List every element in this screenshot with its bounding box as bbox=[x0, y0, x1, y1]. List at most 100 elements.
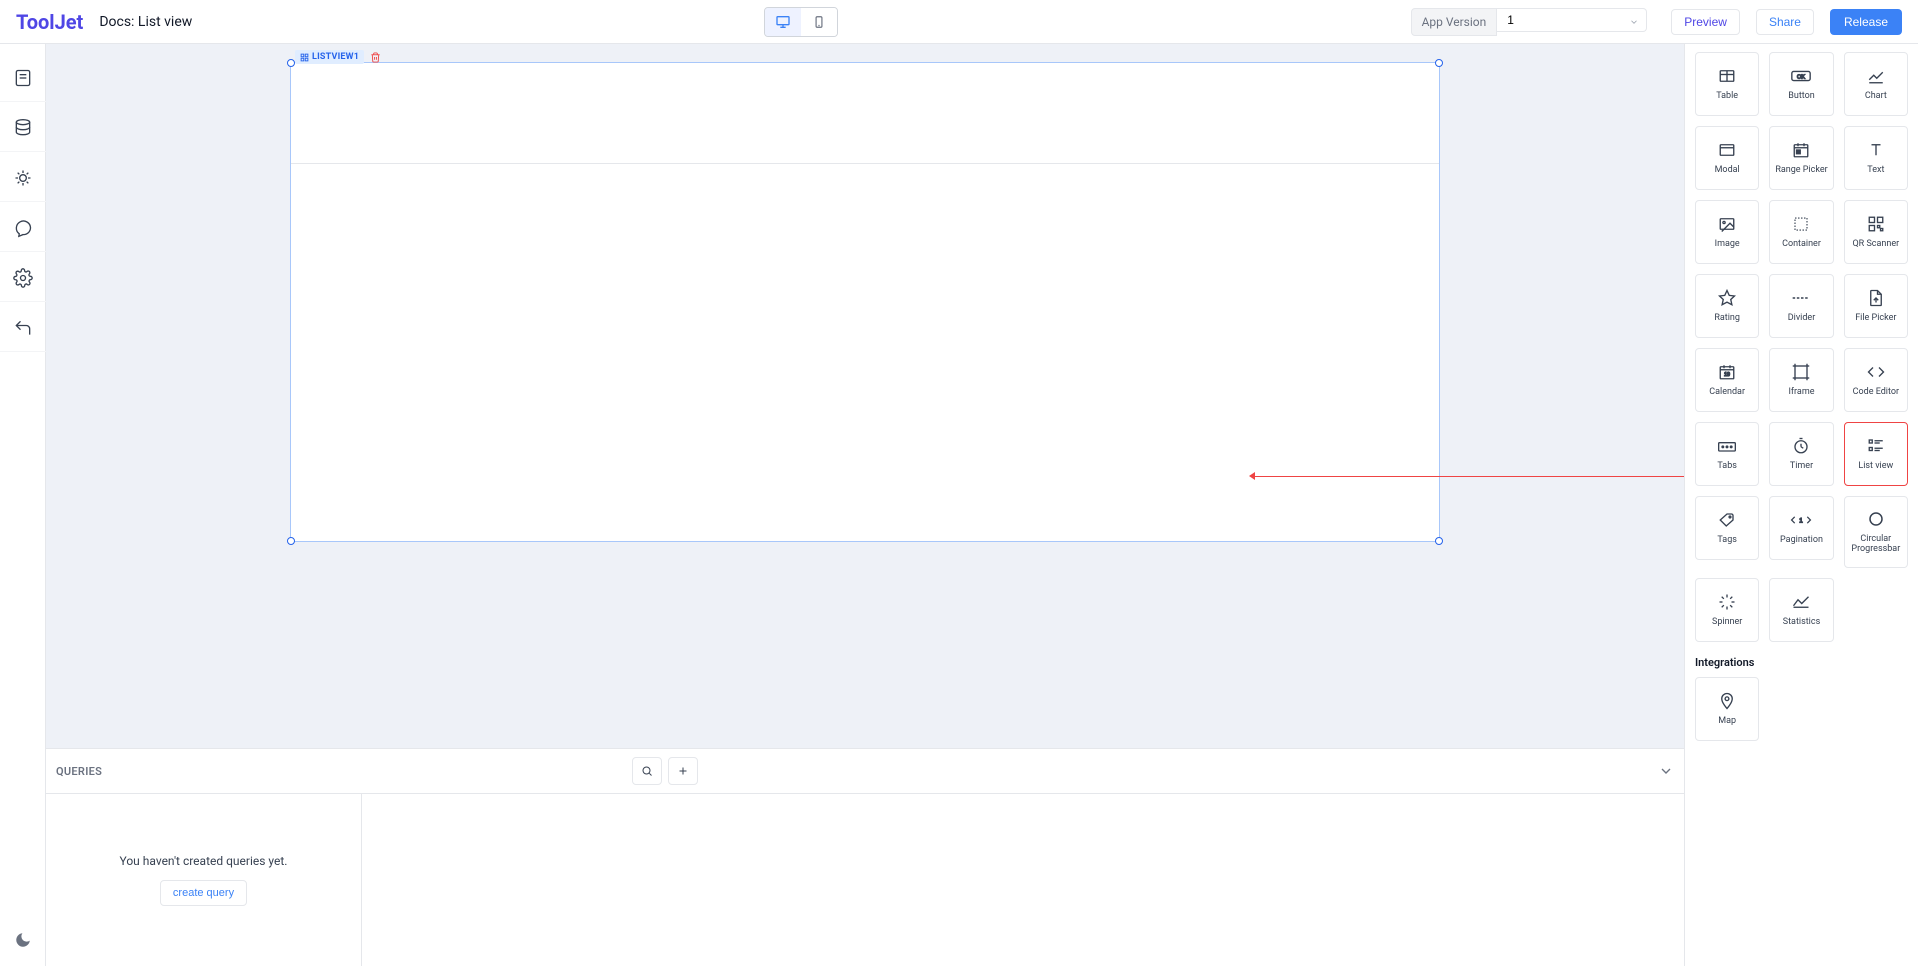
rail-datasources-button[interactable] bbox=[0, 104, 46, 152]
component-tag-label[interactable]: LISTVIEW1 bbox=[295, 50, 364, 64]
component-card-pagination[interactable]: 1 Pagination bbox=[1769, 496, 1833, 560]
component-card-label: Range Picker bbox=[1775, 166, 1827, 176]
component-card-image[interactable]: Image bbox=[1695, 200, 1759, 264]
iframe-icon bbox=[1792, 362, 1810, 382]
component-card-iframe[interactable]: Iframe bbox=[1769, 348, 1833, 412]
desktop-icon bbox=[775, 14, 791, 30]
component-card-statistics[interactable]: Statistics bbox=[1769, 578, 1833, 642]
component-card-tags[interactable]: Tags bbox=[1695, 496, 1759, 560]
timer-icon bbox=[1792, 436, 1810, 456]
rail-settings-button[interactable] bbox=[0, 254, 46, 302]
component-card-rangepicker[interactable]: Range Picker bbox=[1769, 126, 1833, 190]
component-card-label: Button bbox=[1788, 92, 1814, 102]
component-card-circprog[interactable]: Circular Progressbar bbox=[1844, 496, 1908, 568]
theme-toggle-button[interactable] bbox=[14, 914, 32, 966]
list-icon bbox=[1867, 436, 1885, 456]
resize-handle-bottom-right[interactable] bbox=[1435, 537, 1443, 545]
component-card-label: Circular Progressbar bbox=[1845, 535, 1907, 555]
annotation-arrow bbox=[1249, 472, 1255, 480]
component-card-listview[interactable]: List view bbox=[1844, 422, 1908, 486]
container-icon bbox=[1792, 214, 1810, 234]
component-card-label: Divider bbox=[1788, 314, 1816, 324]
component-card-label: Chart bbox=[1865, 92, 1887, 102]
component-card-button[interactable]: OK Button bbox=[1769, 52, 1833, 116]
logo: ToolJet bbox=[16, 10, 83, 34]
pagination-icon: 1 bbox=[1790, 510, 1812, 530]
comment-icon bbox=[13, 218, 33, 238]
component-card-container[interactable]: Container bbox=[1769, 200, 1833, 264]
modal-icon bbox=[1718, 140, 1736, 160]
collapse-queries-button[interactable] bbox=[1658, 763, 1674, 779]
resize-handle-top-left[interactable] bbox=[287, 59, 295, 67]
rail-comments-button[interactable] bbox=[0, 204, 46, 252]
component-card-text[interactable]: Text bbox=[1844, 126, 1908, 190]
svg-text:1: 1 bbox=[1800, 517, 1804, 524]
component-card-rating[interactable]: Rating bbox=[1695, 274, 1759, 338]
rail-undo-button[interactable] bbox=[0, 304, 46, 352]
component-card-label: Calendar bbox=[1709, 388, 1745, 398]
component-card-label: Tags bbox=[1717, 536, 1736, 546]
search-queries-button[interactable] bbox=[632, 757, 662, 785]
component-card-label: Statistics bbox=[1783, 618, 1820, 628]
component-card-filepicker[interactable]: File Picker bbox=[1844, 274, 1908, 338]
table-icon bbox=[1718, 66, 1736, 86]
file-icon bbox=[1868, 288, 1884, 308]
row-divider bbox=[291, 163, 1439, 164]
device-toggle bbox=[764, 7, 838, 37]
component-card-label: Text bbox=[1867, 166, 1884, 176]
component-card-label: Pagination bbox=[1780, 536, 1823, 546]
app-version-dropdown[interactable]: 1 bbox=[1497, 8, 1647, 32]
desktop-toggle-button[interactable] bbox=[765, 8, 801, 36]
component-icon bbox=[300, 53, 309, 62]
queries-title: QUERIES bbox=[56, 765, 102, 778]
component-card-label: Map bbox=[1718, 717, 1736, 727]
rail-pages-button[interactable] bbox=[0, 54, 46, 102]
app-version-selector: App Version 1 bbox=[1411, 8, 1648, 36]
spinner-icon bbox=[1718, 592, 1736, 612]
queries-list-pane: You haven't created queries yet. create … bbox=[46, 794, 362, 966]
share-button[interactable]: Share bbox=[1756, 9, 1814, 35]
component-card-tabs[interactable]: Tabs bbox=[1695, 422, 1759, 486]
components-panel[interactable]: Table OK Button Chart Modal Range Picker Text I… bbox=[1684, 44, 1918, 966]
delete-component-button[interactable] bbox=[370, 52, 381, 63]
preview-button[interactable]: Preview bbox=[1671, 9, 1740, 35]
moon-icon bbox=[14, 931, 32, 949]
canvas-viewport[interactable]: LISTVIEW1 bbox=[46, 44, 1684, 748]
search-icon bbox=[641, 765, 653, 777]
resize-handle-bottom-left[interactable] bbox=[287, 537, 295, 545]
database-icon bbox=[13, 118, 33, 138]
listview-component[interactable] bbox=[290, 62, 1440, 542]
resize-handle-top-right[interactable] bbox=[1435, 59, 1443, 67]
doc-title[interactable]: Docs: List view bbox=[99, 14, 192, 30]
star-icon bbox=[1718, 288, 1736, 308]
code-icon bbox=[1867, 362, 1885, 382]
center-area: LISTVIEW1 QUERIES bbox=[46, 44, 1684, 966]
topbar: ToolJet Docs: List view App Version 1 Pr… bbox=[0, 0, 1918, 44]
component-card-map[interactable]: Map bbox=[1695, 677, 1759, 741]
svg-text:19: 19 bbox=[1724, 372, 1730, 378]
undo-icon bbox=[13, 318, 33, 338]
add-query-button[interactable] bbox=[668, 757, 698, 785]
component-card-label: Spinner bbox=[1712, 618, 1742, 628]
component-card-qrscanner[interactable]: QR Scanner bbox=[1844, 200, 1908, 264]
create-query-button[interactable]: create query bbox=[160, 880, 247, 906]
release-button[interactable]: Release bbox=[1830, 9, 1902, 35]
mobile-toggle-button[interactable] bbox=[801, 8, 837, 36]
component-card-calendar[interactable]: 19 Calendar bbox=[1695, 348, 1759, 412]
component-card-timer[interactable]: Timer bbox=[1769, 422, 1833, 486]
component-card-table[interactable]: Table bbox=[1695, 52, 1759, 116]
mobile-icon bbox=[812, 15, 826, 29]
component-card-spinner[interactable]: Spinner bbox=[1695, 578, 1759, 642]
integrations-heading: Integrations bbox=[1695, 656, 1908, 669]
component-card-codeeditor[interactable]: Code Editor bbox=[1844, 348, 1908, 412]
component-card-chart[interactable]: Chart bbox=[1844, 52, 1908, 116]
chevron-down-icon bbox=[1658, 763, 1674, 779]
calendar-range-icon bbox=[1792, 140, 1810, 160]
rail-debugger-button[interactable] bbox=[0, 154, 46, 202]
component-card-label: Table bbox=[1716, 92, 1738, 102]
component-card-divider[interactable]: Divider bbox=[1769, 274, 1833, 338]
component-card-modal[interactable]: Modal bbox=[1695, 126, 1759, 190]
button-icon: OK bbox=[1790, 66, 1812, 86]
debug-icon bbox=[13, 168, 33, 188]
app-version-label: App Version bbox=[1411, 8, 1498, 36]
